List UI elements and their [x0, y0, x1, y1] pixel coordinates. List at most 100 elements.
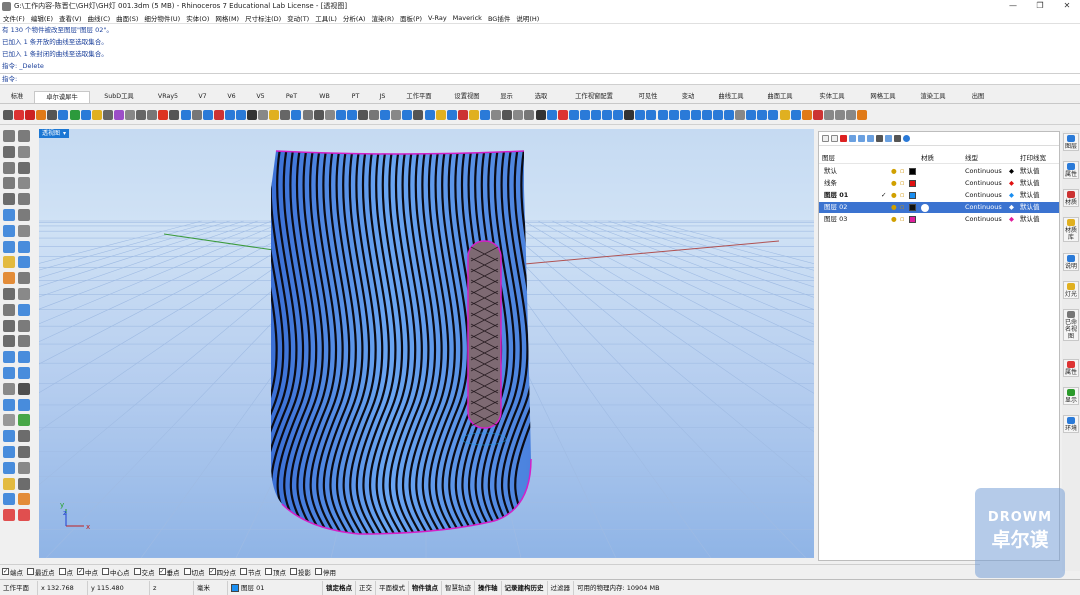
layer-print-width[interactable]: 默认值 — [1020, 214, 1040, 225]
osnap-option[interactable]: 交点 — [133, 567, 155, 577]
layer-linetype[interactable]: Continuous — [965, 166, 1002, 177]
osnap-option[interactable]: 点 — [58, 567, 73, 577]
toolbar-tool-icon[interactable] — [258, 109, 269, 120]
side-tab[interactable]: 灯光 — [1063, 280, 1079, 299]
toolbar-tool-icon[interactable] — [579, 109, 590, 120]
left-tool-icon[interactable] — [18, 303, 30, 316]
toolbar-tool-icon[interactable] — [335, 109, 346, 120]
tab-display[interactable]: 显示 — [491, 91, 522, 103]
left-tool-icon[interactable] — [18, 161, 30, 174]
lock-icon[interactable]: ▫ — [900, 190, 904, 201]
left-tool-icon[interactable] — [3, 319, 15, 332]
toolbar-tool-icon[interactable] — [113, 109, 124, 120]
osnap-checkbox[interactable] — [102, 568, 109, 575]
left-tool-icon[interactable] — [18, 319, 30, 332]
menu-dimension[interactable]: 尺寸标注(D) — [242, 13, 284, 23]
close-button[interactable]: ✕ — [1055, 0, 1079, 12]
left-tool-icon[interactable] — [3, 477, 15, 490]
osnap-option[interactable]: ✓ 中点 — [77, 567, 98, 577]
toolbar-tool-icon[interactable] — [413, 109, 424, 120]
left-tool-icon[interactable] — [3, 509, 15, 522]
side-tab[interactable]: 图层 — [1063, 133, 1079, 151]
toolbar-tool-icon[interactable] — [346, 109, 357, 120]
menu-maverick[interactable]: Maverick — [450, 14, 485, 22]
move-up-icon[interactable] — [849, 135, 856, 142]
toolbar-tool-icon[interactable] — [424, 109, 435, 120]
layer-name[interactable]: 默认 — [824, 166, 837, 177]
osnap-checkbox[interactable] — [133, 568, 141, 575]
osnap-checkbox[interactable] — [290, 568, 297, 575]
tab-surface-tools[interactable]: 曲面工具 — [754, 91, 806, 103]
left-tool-icon[interactable] — [18, 177, 30, 190]
lock-icon[interactable]: ▫ — [900, 166, 904, 177]
left-tool-icon[interactable] — [3, 335, 15, 348]
toolbar-tool-icon[interactable] — [746, 109, 757, 120]
toolbar-tool-icon[interactable] — [568, 109, 579, 120]
print-color-diamond[interactable]: ◆ — [1009, 202, 1014, 213]
side-tab[interactable]: 属性 — [1063, 161, 1079, 179]
osnap-option[interactable]: 中心点 — [102, 567, 130, 577]
move-down-icon[interactable] — [858, 135, 865, 142]
left-tool-icon[interactable] — [3, 193, 15, 206]
toolbar-tool-icon[interactable] — [812, 109, 823, 120]
toolbar-tool-icon[interactable] — [701, 109, 712, 120]
move-to-parent-icon[interactable] — [867, 135, 874, 142]
toolbar-tool-icon[interactable] — [513, 109, 524, 120]
toolbar-tool-icon[interactable] — [590, 109, 601, 120]
tab-js[interactable]: JS — [370, 91, 395, 103]
toolbar-tool-icon[interactable] — [768, 109, 779, 120]
material-icon[interactable] — [921, 203, 929, 212]
layer-linetype[interactable]: Continuous — [965, 202, 1002, 213]
chevron-down-icon[interactable]: ▾ — [63, 129, 66, 138]
tab-wb[interactable]: WB — [308, 91, 341, 103]
left-tool-icon[interactable] — [3, 224, 15, 237]
toolbar-tool-icon[interactable] — [58, 109, 69, 120]
toolbar-tool-icon[interactable] — [169, 109, 180, 120]
tab-vray5[interactable]: VRay5 — [148, 91, 188, 103]
left-tool-icon[interactable] — [18, 272, 30, 285]
left-tool-icon[interactable] — [3, 161, 15, 174]
print-color-diamond[interactable]: ◆ — [1009, 178, 1014, 189]
osnap-checkbox[interactable]: ✓ — [2, 568, 9, 575]
menu-mesh[interactable]: 网格(M) — [212, 13, 242, 23]
toolbar-tool-icon[interactable] — [846, 109, 857, 120]
tab-mesh-tools[interactable]: 网格工具 — [858, 91, 908, 103]
cplane-label[interactable]: 工作平面 — [0, 580, 38, 595]
layer-row[interactable]: 图层 03 ● ▫ Continuous ◆ 默认值 — [819, 214, 1059, 225]
toolbar-tool-icon[interactable] — [291, 109, 302, 120]
toggle-planar[interactable]: 平面模式 — [376, 580, 409, 595]
menu-subd[interactable]: 细分物件(U) — [141, 13, 183, 23]
toolbar-tool-icon[interactable] — [402, 109, 413, 120]
print-color-diamond[interactable]: ◆ — [1009, 166, 1014, 177]
toolbar-tool-icon[interactable] — [235, 109, 246, 120]
toolbar-tool-icon[interactable] — [546, 109, 557, 120]
left-tool-icon[interactable] — [18, 398, 30, 411]
toggle-grid-snap[interactable]: 锁定格点 — [323, 580, 356, 595]
left-tool-icon[interactable] — [18, 209, 30, 221]
tab-drowm[interactable]: 卓尔谟犀牛 — [34, 91, 90, 103]
toolbar-tool-icon[interactable] — [25, 109, 36, 120]
layer-print-width[interactable]: 默认值 — [1020, 166, 1040, 177]
left-tool-icon[interactable] — [3, 130, 15, 142]
left-tool-icon[interactable] — [3, 461, 15, 474]
toolbar-tool-icon[interactable] — [147, 109, 158, 120]
osnap-option[interactable]: 切点 — [183, 567, 205, 577]
osnap-option[interactable]: ✓ 四分点 — [208, 567, 236, 577]
filter-icon[interactable] — [876, 135, 883, 142]
tab-set-view[interactable]: 设置视图 — [443, 91, 491, 103]
left-tool-icon[interactable] — [3, 240, 15, 253]
toolbar-tool-icon[interactable] — [269, 109, 280, 120]
left-tool-icon[interactable] — [3, 367, 15, 379]
toolbar-tool-icon[interactable] — [213, 109, 224, 120]
toolbar-tool-icon[interactable] — [668, 109, 679, 120]
new-sublayer-icon[interactable] — [831, 135, 838, 142]
lock-icon[interactable]: ▫ — [900, 178, 904, 189]
print-color-diamond[interactable]: ◆ — [1009, 214, 1014, 225]
toolbar-tool-icon[interactable] — [757, 109, 768, 120]
left-tool-icon[interactable] — [3, 177, 15, 190]
toolbar-tool-icon[interactable] — [557, 109, 568, 120]
menu-view[interactable]: 查看(V) — [56, 13, 85, 23]
left-tool-icon[interactable] — [18, 224, 30, 237]
toolbar-tool-icon[interactable] — [457, 109, 468, 120]
layer-selector[interactable]: 图层 01 — [228, 580, 323, 595]
